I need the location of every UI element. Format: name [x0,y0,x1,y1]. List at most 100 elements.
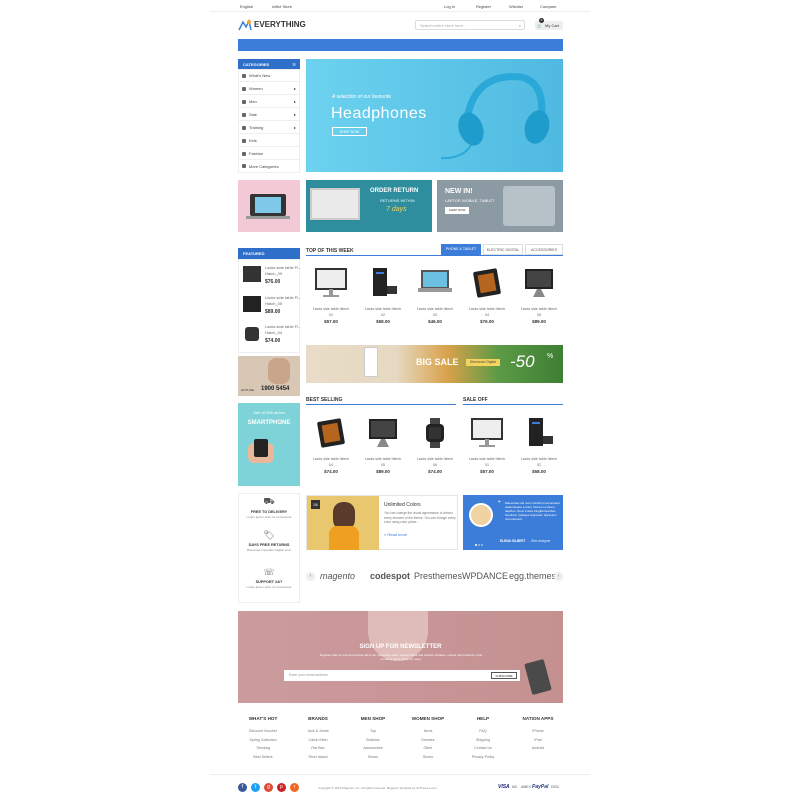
nav-categorys[interactable]: CATEGORYS [310,52,335,57]
login-link[interactable]: Log in [444,4,455,9]
footer-link[interactable]: Bottoms [343,736,403,745]
logo-text[interactable]: EVERYTHING [254,20,306,29]
footer-link[interactable]: FAQ [453,727,513,736]
category-sale[interactable]: Sale ▸ [238,109,300,121]
google-plus-icon[interactable]: g [264,783,273,792]
nav-blog[interactable]: BLOG [454,52,465,57]
product-card[interactable]: Lacks side table hitech 02 $58.00 [517,416,561,474]
search-icon[interactable]: ⌕ [519,23,521,28]
featured-thumb-3[interactable] [245,327,259,341]
footer-link[interactable]: Top [343,727,403,736]
facebook-icon[interactable]: f [238,783,247,792]
product-card[interactable]: Lacks side table hitech 01 $57.00 [465,416,509,474]
product-card[interactable]: Lacks side table hitech 04 $76.00 [465,266,509,324]
rss-icon[interactable]: r [290,783,299,792]
product-card[interactable]: Lacks side table hitech 03 $46.00 [413,266,457,324]
big-sale-banner[interactable]: BIG SALE Electronic Digital -50 % [306,345,563,383]
footer-link[interactable]: iPad [508,736,568,745]
nav-features[interactable]: FEATURES [272,52,293,57]
register-link[interactable]: Register [476,4,491,9]
brand-eggthemes[interactable]: egg.themes [509,571,556,581]
product-card[interactable]: Lacks side table hitech 05 $89.00 [517,266,561,324]
footer-link[interactable]: Dresses [398,736,458,745]
newsletter-email-field[interactable]: Enter your email address SUBSCRIBE [284,670,520,681]
featured-name-1[interactable]: Lacks side table Fi... [265,265,301,270]
featured-name-3[interactable]: Lacks side table Fi... [265,324,301,329]
compare-link[interactable]: Compare [540,4,556,9]
language-select[interactable]: English [240,4,253,9]
store-select[interactable]: Inflict Store [272,4,292,9]
featured-thumb-1[interactable] [243,266,261,282]
product-card[interactable]: Lacks side table hitech 06 $74.00 [413,416,457,474]
product-card[interactable]: Lacks side table hitech 02 $58.00 [361,266,405,324]
tab-accessories[interactable]: ACCESSORIES [525,244,563,255]
category-more[interactable]: More Categories [238,160,300,172]
brand-presthemes[interactable]: Presthemes [414,571,462,581]
category-whats-new[interactable]: What's New [238,70,300,82]
footer-link[interactable]: Discount Voucher [233,727,293,736]
footer-link[interactable]: Shoes [398,753,458,762]
new-in-banner[interactable]: NEW IN! LAPTOP, MOBILE, TABLET SHOP NOW [437,180,563,232]
footer-link[interactable]: Calvin Klein [288,736,348,745]
category-fashion[interactable]: Fashion [238,148,300,160]
footer-link[interactable]: Jack & Jones [288,727,348,736]
nav-fashion[interactable]: FASHION [390,52,408,57]
laptop-girl-banner[interactable] [238,180,300,232]
hero-shop-button[interactable]: SHOP NOW [332,127,367,136]
product-card[interactable]: Lacks side table hitech 01 $57.00 [309,266,353,324]
twitter-icon[interactable]: t [251,783,260,792]
footer-link[interactable]: iPhone [508,727,568,736]
chevron-left-icon[interactable]: ‹ [306,572,315,581]
footer-link[interactable]: Shipping [453,736,513,745]
footer-link[interactable]: Best Sellers [233,753,293,762]
search-box[interactable]: Search entire store here... ⌕ [415,20,525,30]
featured-thumb-2[interactable] [243,296,261,312]
smartphone-promo[interactable]: Sale off 50% all new SMARTPHONE [238,403,300,486]
tab-electric-digital[interactable]: ELECTRIC DIGITAL [483,244,523,255]
brand-codespot[interactable]: codespot [370,571,410,581]
wishlist-link[interactable]: Wishlist [509,4,523,9]
cart-button[interactable]: 🛒 My Cart 0 [535,18,563,30]
testimonial-dots[interactable] [475,533,489,546]
footer-link[interactable]: Spring Collection [233,736,293,745]
footer-link[interactable]: Shoes [343,753,403,762]
blog-title[interactable]: Unlimited Colors [384,502,421,508]
blog-read-more[interactable]: » Read more [384,532,407,537]
menu-icon[interactable]: ☰ [292,62,296,67]
product-card[interactable]: Lacks side table hitech 05 $89.00 [361,416,405,474]
footer-link[interactable]: Accessories [343,744,403,753]
newsletter-email-input[interactable]: Enter your email address [289,673,328,677]
logo-icon[interactable] [238,18,252,31]
nav-sport[interactable]: SPORT [424,52,438,57]
new-in-shop-button[interactable]: SHOP NOW [445,207,469,214]
footer-link[interactable]: River Island [288,753,348,762]
hero-banner[interactable]: A selection of our favourite Headphones … [306,59,563,172]
search-input[interactable]: Search entire store here... [420,23,466,28]
pinterest-icon[interactable]: p [277,783,286,792]
product-card[interactable]: Lacks side table hitech 04 $74.00 [309,416,353,474]
tab-phone-tablet[interactable]: PHONE & TABLET [441,244,481,255]
footer-link[interactable]: Rar Ban [288,744,348,753]
nav-products[interactable]: PRODUCTS [351,52,373,57]
footer-link[interactable]: Other [398,744,458,753]
footer-link[interactable]: Contact Us [453,744,513,753]
nav-home[interactable]: HOME [244,52,256,57]
categories-header[interactable]: CATEGORIES ☰ [238,59,300,69]
all-in-one-pc-image [369,419,397,447]
category-kids[interactable]: Kids [238,135,300,147]
blog-card[interactable]: 26 Unlimited Colors You can change the v… [306,495,458,550]
category-training[interactable]: Training ▸ [238,122,300,134]
brand-magento[interactable]: magento [320,571,355,581]
category-women[interactable]: Women ▸ [238,83,300,95]
footer-link[interactable]: Items [398,727,458,736]
footer-link[interactable]: Android [508,744,568,753]
footer-link[interactable]: Privacy Policy [453,753,513,762]
featured-name-2[interactable]: Lacks side table Fi... [265,295,301,300]
category-men[interactable]: Men ▸ [238,96,300,108]
chevron-right-icon[interactable]: › [554,572,563,581]
subscribe-button[interactable]: SUBSCRIBE [491,672,517,679]
brand-wpdance[interactable]: WPDANCE [462,571,508,581]
hotline-banner[interactable]: HOTLINE 1900 5454 [238,356,300,396]
footer-link[interactable]: Trending [233,744,293,753]
order-return-banner[interactable]: ORDER RETURN RETURNS WITHIN 7 days [306,180,432,232]
